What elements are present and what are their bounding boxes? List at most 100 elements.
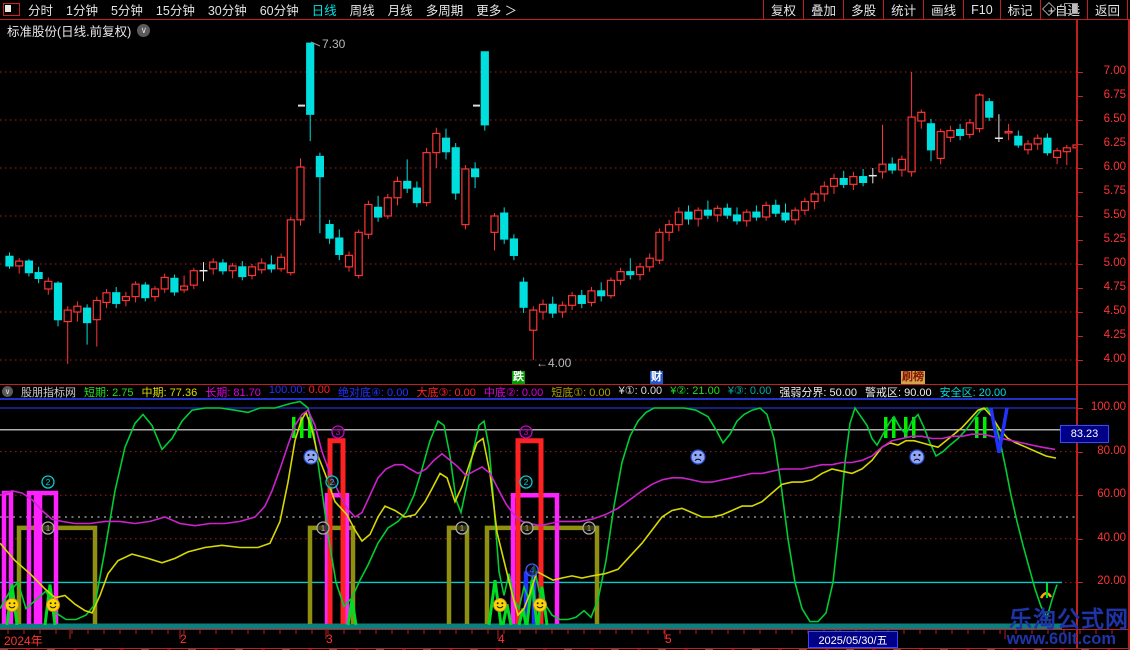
candle-body	[821, 186, 828, 194]
price-axis-label: 6.00	[1084, 161, 1126, 174]
event-badge[interactable]: 财	[650, 371, 663, 384]
candle-body	[433, 133, 440, 152]
period-menu-item[interactable]: 5分钟	[111, 0, 143, 19]
candle-body	[510, 239, 517, 255]
panel-layout-icon[interactable]	[3, 3, 20, 16]
candle-body	[481, 52, 488, 125]
candle-body	[142, 285, 149, 297]
candle-body	[656, 232, 663, 260]
period-menu-item[interactable]: 15分钟	[156, 0, 195, 19]
indicator-param: 绝对底④: 0.00	[338, 385, 408, 398]
candle-body	[1034, 138, 1041, 144]
indicator-axis-label: 20.00	[1084, 575, 1126, 588]
candle-body	[685, 212, 692, 219]
candle-body	[307, 43, 314, 114]
smiley-eye	[541, 602, 543, 604]
candle-body	[84, 308, 91, 322]
axis-tick	[1078, 216, 1083, 217]
candle-body	[210, 262, 217, 269]
candle-body	[1025, 144, 1032, 150]
axis-tick	[1078, 120, 1083, 121]
tools-menu-item[interactable]: 叠加	[803, 0, 843, 19]
candle-body	[889, 164, 896, 170]
candlestick-chart[interactable]	[0, 20, 1076, 385]
sad-face-icon	[691, 450, 705, 464]
candle-body	[840, 179, 847, 185]
axis-tick	[1078, 144, 1083, 145]
period-menu-item[interactable]: 1分钟	[66, 0, 98, 19]
watermark-site-url: www.60lt.com	[1007, 630, 1116, 649]
axis-tick	[1078, 539, 1083, 540]
indicator-param: 警戒区: 90.00	[865, 385, 932, 398]
period-menu-item[interactable]: 月线	[388, 0, 413, 19]
candle-body	[355, 232, 362, 275]
timeline-label: 4	[498, 632, 505, 646]
trading-app-window: 分时 1分钟 5分钟 15分钟 30分钟 60分钟日线周线月线多周期更多 ＞ 复权叠加多股…	[0, 0, 1130, 650]
candle-body	[501, 213, 508, 239]
candle-body	[646, 258, 653, 267]
sad-face-icon	[304, 450, 318, 464]
candle-body	[1015, 136, 1022, 145]
period-menu-item[interactable]: 更多 ＞	[476, 0, 517, 19]
candle-body	[714, 208, 721, 215]
candle-body	[627, 272, 634, 275]
axis-tick	[1078, 495, 1083, 496]
tools-menu-item[interactable]: 多股	[843, 0, 883, 19]
tools-menu-item[interactable]: 标记	[1000, 0, 1040, 19]
low-price-annotation: ←4.00	[536, 356, 571, 370]
marker-number: 1	[525, 523, 530, 533]
candle-body	[1063, 148, 1070, 152]
marker-number: 4	[530, 565, 535, 575]
axis-tick	[1078, 336, 1083, 337]
diamond-icon[interactable]	[1042, 1, 1056, 15]
candle-body	[753, 212, 760, 217]
indicator-param: 中底②: 0.00	[484, 385, 543, 398]
axis-tick	[1078, 360, 1083, 361]
tools-menu-item[interactable]: F10	[963, 0, 1000, 19]
smiley-face-icon	[494, 599, 507, 612]
split-window-icon[interactable]	[1064, 3, 1078, 14]
candle-body	[772, 205, 779, 213]
tools-menu-item[interactable]: 画线	[923, 0, 963, 19]
timeline-axis[interactable]	[0, 629, 1130, 650]
tools-menu-item[interactable]: 统计	[883, 0, 923, 19]
marker-number: 1	[321, 523, 326, 533]
indicator-param: 短底①: 0.00	[551, 385, 610, 398]
candle-body	[966, 123, 973, 135]
price-axis-label: 4.75	[1084, 281, 1126, 294]
indicator-param: 中期: 77.36	[142, 385, 198, 398]
candle-body	[879, 164, 886, 172]
candle-body	[540, 304, 547, 312]
candle-body	[850, 177, 857, 185]
period-menu-item[interactable]: 分时	[28, 0, 53, 19]
sad-eye	[307, 454, 309, 456]
smiley-eye	[501, 602, 503, 604]
tools-menu-item[interactable]: 复权	[763, 0, 803, 19]
candle-body	[190, 271, 197, 285]
candle-body	[491, 216, 498, 232]
period-menu-item[interactable]: 周线	[350, 0, 375, 19]
indicator-chevron-icon[interactable]: ∨	[2, 386, 13, 397]
candle-body	[1005, 132, 1012, 133]
candle-body	[908, 117, 915, 172]
marker-number: 2	[46, 477, 51, 487]
marker-number: 3	[336, 427, 341, 437]
price-axis-label: 6.50	[1084, 113, 1126, 126]
axis-tick	[1078, 240, 1083, 241]
event-badge[interactable]: 刷榜	[901, 371, 925, 384]
event-badge[interactable]: 跌	[512, 371, 525, 384]
candle-body	[35, 273, 42, 279]
tools-menu-item[interactable]: 返回	[1087, 0, 1128, 19]
period-menu-item[interactable]: 日线	[312, 0, 337, 19]
indicator-param: 强弱分界: 50.00	[779, 385, 857, 398]
period-menu-item[interactable]: 30分钟	[208, 0, 247, 19]
candle-body	[113, 293, 120, 304]
candle-body	[520, 282, 527, 307]
candle-body	[588, 291, 595, 303]
period-menu-item[interactable]: 多周期	[426, 0, 464, 19]
indicator-param: 100.00: 0.00	[269, 385, 330, 398]
candle-body	[1054, 151, 1061, 158]
candle-body	[472, 169, 479, 177]
indicator-chart[interactable]: 21321132141	[0, 398, 1076, 629]
period-menu-item[interactable]: 60分钟	[260, 0, 299, 19]
